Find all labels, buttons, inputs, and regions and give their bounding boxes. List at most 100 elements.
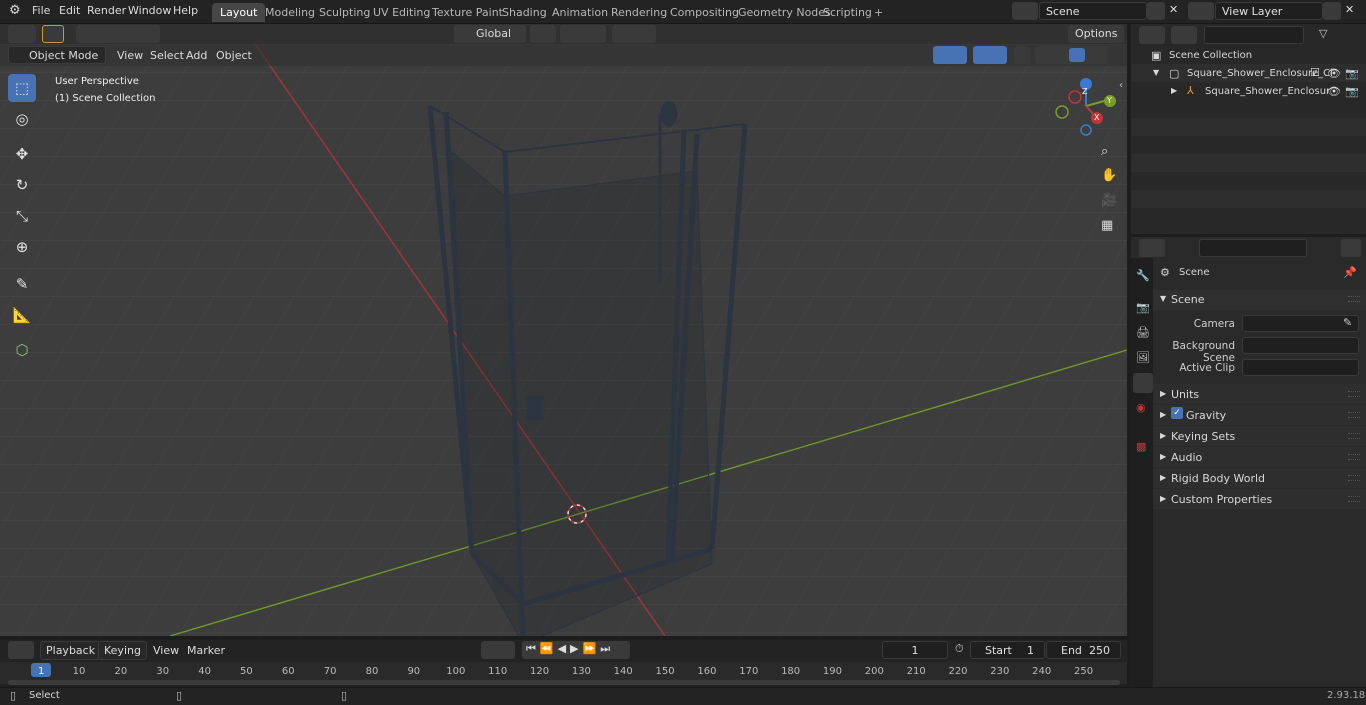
keying-sets-grip-icon[interactable] — [1348, 433, 1360, 439]
gravity-grip-icon[interactable] — [1348, 412, 1360, 418]
camera-field[interactable] — [1242, 315, 1359, 332]
tool-tab-icon[interactable]: 🔧 — [1136, 269, 1150, 282]
collection-render-icon[interactable]: 📷 — [1345, 67, 1359, 80]
outliner-editor-type-icon[interactable] — [1139, 26, 1165, 44]
view-layer-selector-icon[interactable] — [1188, 2, 1214, 20]
properties-editor-type-icon[interactable] — [1139, 239, 1165, 257]
menu-render[interactable]: Render — [87, 4, 126, 17]
viewport-menu-view[interactable]: View — [112, 47, 148, 64]
collection-checkbox-icon[interactable]: ☑ — [1310, 66, 1320, 79]
rotate-tool-icon[interactable]: ↻ — [8, 171, 36, 199]
move-tool-icon[interactable]: ✥ — [8, 140, 36, 168]
scene-name-field[interactable]: Scene — [1039, 2, 1147, 20]
select-box-tool-icon[interactable]: ⬚ — [8, 74, 36, 102]
collection-visibility-icon[interactable]: 👁 — [1327, 67, 1341, 80]
rigid-body-grip-icon[interactable] — [1348, 475, 1360, 481]
mode-dropdown[interactable]: Object Mode — [8, 46, 106, 64]
start-frame-field[interactable]: Start 1 — [970, 641, 1045, 659]
properties-search-input[interactable] — [1199, 239, 1307, 257]
delete-scene-icon[interactable]: ✕ — [1169, 3, 1178, 16]
ortho-grid-icon[interactable]: ▦ — [1101, 218, 1113, 233]
annotate-tool-icon[interactable]: ✎ — [8, 270, 36, 298]
gravity-section[interactable] — [1153, 405, 1366, 425]
display-mode-icon[interactable] — [1171, 26, 1197, 44]
expand-collection-icon[interactable]: ▼ — [1153, 68, 1159, 77]
cursor-tool-icon[interactable]: ◎ — [8, 105, 36, 133]
output-tab-icon[interactable]: 🖨 — [1136, 326, 1150, 339]
new-view-layer-icon[interactable] — [1323, 2, 1341, 20]
rigid-body-expand-icon[interactable]: ▶ — [1160, 473, 1166, 482]
outliner-root[interactable]: Scene Collection — [1169, 50, 1252, 61]
keying-menu[interactable]: Keying — [98, 641, 147, 660]
view-layer-tab-icon[interactable]: 🖼 — [1136, 351, 1150, 364]
properties-options-icon[interactable] — [1341, 239, 1361, 257]
scale-tool-icon[interactable]: ⤡ — [8, 202, 36, 230]
panel-grip-icon[interactable] — [1348, 296, 1360, 302]
custom-properties-grip-icon[interactable] — [1348, 496, 1360, 502]
texture-tab-icon[interactable]: ▩ — [1136, 440, 1146, 453]
eyedropper-icon[interactable]: ✎ — [1343, 316, 1352, 329]
menu-help[interactable]: Help — [173, 4, 198, 17]
pan-hand-icon[interactable]: ✋ — [1101, 168, 1117, 183]
auto-keying-icon[interactable] — [481, 641, 515, 659]
menu-file[interactable]: File — [32, 4, 50, 17]
end-frame-field[interactable]: End 250 — [1046, 641, 1121, 659]
outliner-item-object[interactable]: Square_Shower_Enclosur — [1205, 86, 1330, 97]
background-scene-field[interactable] — [1242, 337, 1359, 354]
audio-expand-icon[interactable]: ▶ — [1160, 452, 1166, 461]
add-workspace-button[interactable]: + — [866, 3, 891, 22]
selection-mode-icons[interactable] — [76, 25, 160, 43]
object-visibility-icon[interactable]: 👁 — [1327, 85, 1341, 98]
viewport-menu-add[interactable]: Add — [181, 47, 212, 64]
units-expand-icon[interactable]: ▶ — [1160, 389, 1166, 398]
options-dropdown[interactable]: Options — [1068, 25, 1124, 43]
solid-shading-icon[interactable] — [1069, 48, 1085, 62]
render-tab-icon[interactable]: 📷 — [1136, 301, 1150, 314]
transform-orientation-dropdown[interactable]: Global — [454, 25, 526, 43]
units-grip-icon[interactable] — [1348, 391, 1360, 397]
stopwatch-icon[interactable]: ⏱ — [955, 642, 964, 656]
xray-toggle-icon[interactable] — [1014, 46, 1030, 64]
outliner-search-input[interactable] — [1204, 26, 1304, 44]
editor-type-icon[interactable] — [8, 25, 36, 43]
proportional-edit-icon[interactable] — [612, 25, 656, 43]
visibility-icon[interactable] — [900, 46, 930, 64]
snap-icon[interactable] — [560, 25, 606, 43]
scene-panel-expand-icon[interactable]: ▼ — [1160, 294, 1166, 303]
marker-menu[interactable]: Marker — [182, 642, 230, 659]
timeline-editor-type-icon[interactable] — [8, 641, 34, 659]
scene-tab-icon[interactable] — [1133, 373, 1153, 393]
active-clip-field[interactable] — [1242, 359, 1359, 376]
transform-tool-icon[interactable]: ⊕ — [8, 233, 36, 261]
object-render-icon[interactable]: 📷 — [1345, 85, 1359, 98]
playback-menu[interactable]: Playback — [40, 641, 102, 660]
collapse-sidebar-icon[interactable]: ‹ — [1119, 80, 1123, 91]
timeline-view-menu[interactable]: View — [148, 642, 184, 659]
zoom-icon[interactable]: ⌕ — [1101, 144, 1108, 159]
scene-selector-icon[interactable] — [1012, 2, 1038, 20]
camera-view-icon[interactable]: 🎥 — [1101, 193, 1117, 208]
keying-sets-expand-icon[interactable]: ▶ — [1160, 431, 1166, 440]
measure-tool-icon[interactable]: 📐 — [8, 301, 36, 329]
expand-object-icon[interactable]: ▶ — [1171, 86, 1177, 95]
current-frame-field[interactable]: 1 — [882, 641, 948, 659]
gravity-expand-icon[interactable]: ▶ — [1160, 410, 1166, 419]
menu-window[interactable]: Window — [128, 4, 171, 17]
timeline-scrollbar[interactable] — [8, 680, 1120, 685]
gizmo-toggle-icon[interactable] — [933, 46, 967, 64]
overlay-toggle-icon[interactable] — [973, 46, 1007, 64]
audio-grip-icon[interactable] — [1348, 454, 1360, 460]
menu-edit[interactable]: Edit — [59, 4, 80, 17]
new-scene-icon[interactable] — [1147, 2, 1165, 20]
add-cube-tool-icon[interactable]: ⬡ — [8, 336, 36, 364]
gravity-checkbox[interactable]: ✓ — [1171, 407, 1183, 419]
pin-icon[interactable]: 📌 — [1343, 266, 1357, 279]
world-tab-icon[interactable]: ◉ — [1136, 401, 1146, 414]
custom-properties-expand-icon[interactable]: ▶ — [1160, 494, 1166, 503]
pivot-point-icon[interactable] — [530, 25, 556, 43]
delete-view-layer-icon[interactable]: ✕ — [1345, 3, 1354, 16]
blender-logo-icon[interactable]: ⚙ — [9, 3, 21, 18]
playback-controls-icons[interactable]: ⏮⏪◀▶⏩⏭ — [522, 641, 630, 659]
select-tool-icon[interactable] — [42, 25, 64, 43]
filter-icon[interactable]: ▽ — [1319, 27, 1327, 40]
